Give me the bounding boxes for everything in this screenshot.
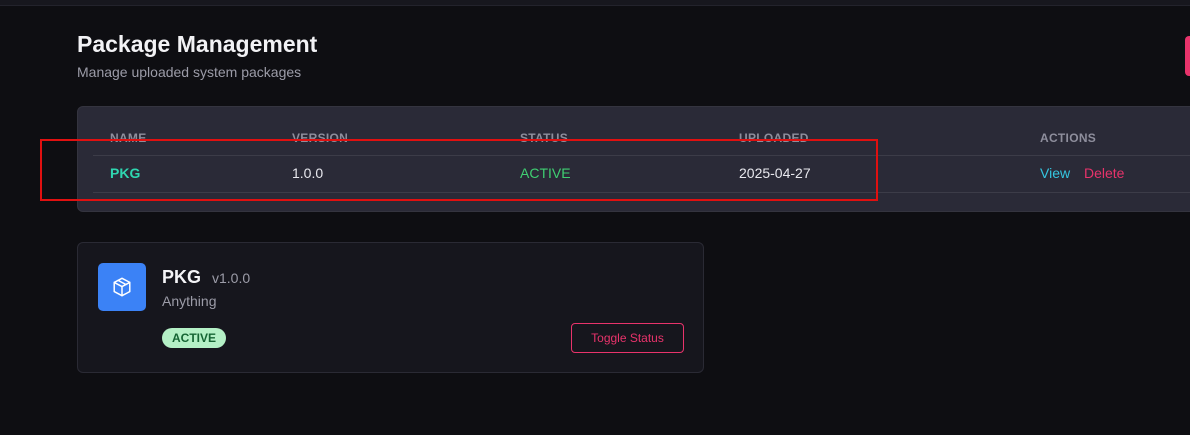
top-bar	[0, 0, 1190, 6]
card-package-description: Anything	[162, 293, 217, 309]
toggle-status-button[interactable]: Toggle Status	[571, 323, 684, 353]
upload-package-button[interactable]	[1185, 36, 1190, 76]
row-highlight-box	[40, 139, 878, 201]
view-link[interactable]: View	[1040, 165, 1070, 181]
delete-link[interactable]: Delete	[1084, 165, 1124, 181]
status-badge: ACTIVE	[162, 328, 227, 348]
page-title: Package Management	[77, 31, 318, 57]
page-subtitle: Manage uploaded system packages	[77, 64, 302, 80]
card-package-name: PKG	[162, 267, 202, 287]
card-package-version: v1.0.0	[212, 270, 251, 286]
column-header-actions: ACTIONS	[1040, 131, 1097, 145]
package-icon	[98, 263, 146, 311]
